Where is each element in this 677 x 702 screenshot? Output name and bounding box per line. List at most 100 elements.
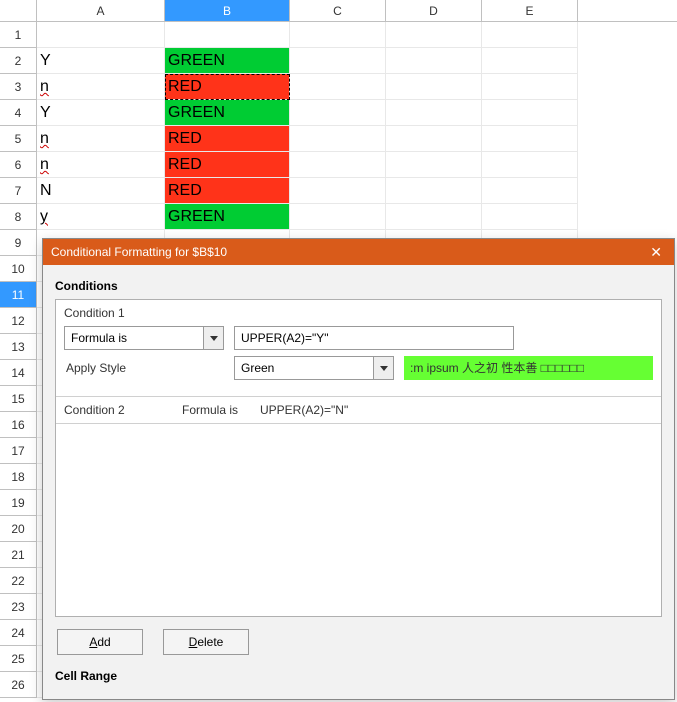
cell-E8[interactable] xyxy=(482,204,578,230)
cell-E5[interactable] xyxy=(482,126,578,152)
cell-B6[interactable]: RED xyxy=(165,152,290,178)
cell-E1[interactable] xyxy=(482,22,578,48)
cell-C1[interactable] xyxy=(290,22,386,48)
cell-D5[interactable] xyxy=(386,126,482,152)
row-3: 3nRED xyxy=(0,74,677,100)
row-header-24[interactable]: 24 xyxy=(0,620,37,646)
cell-E4[interactable] xyxy=(482,100,578,126)
row-header-3[interactable]: 3 xyxy=(0,74,37,100)
cell-D3[interactable] xyxy=(386,74,482,100)
cell-A8[interactable]: y xyxy=(37,204,165,230)
dialog-title: Conditional Formatting for $B$10 xyxy=(51,245,227,259)
column-header-c[interactable]: C xyxy=(290,0,386,21)
row-header-13[interactable]: 13 xyxy=(0,334,37,360)
cell-E2[interactable] xyxy=(482,48,578,74)
cell-A2[interactable]: Y xyxy=(37,48,165,74)
cell-C3[interactable] xyxy=(290,74,386,100)
cell-C6[interactable] xyxy=(290,152,386,178)
apply-style-select[interactable]: Green xyxy=(234,356,394,380)
cell-D2[interactable] xyxy=(386,48,482,74)
cell-B1[interactable] xyxy=(165,22,290,48)
style-preview: :m ipsum 人之初 性本善 □□□□□□ xyxy=(404,356,653,380)
cell-A1[interactable] xyxy=(37,22,165,48)
row-header-1[interactable]: 1 xyxy=(0,22,37,48)
row-7: 7NRED xyxy=(0,178,677,204)
cell-range-section-label: Cell Range xyxy=(55,655,662,689)
cell-B7[interactable]: RED xyxy=(165,178,290,204)
row-header-18[interactable]: 18 xyxy=(0,464,37,490)
conditions-section-label: Conditions xyxy=(55,275,662,299)
cell-A4[interactable]: Y xyxy=(37,100,165,126)
row-header-20[interactable]: 20 xyxy=(0,516,37,542)
cell-C2[interactable] xyxy=(290,48,386,74)
conditions-list[interactable]: Condition 1 Formula is Apply Style Green… xyxy=(55,299,662,617)
row-header-14[interactable]: 14 xyxy=(0,360,37,386)
row-1: 1 xyxy=(0,22,677,48)
row-header-11[interactable]: 11 xyxy=(0,282,37,308)
cell-B4[interactable]: GREEN xyxy=(165,100,290,126)
cell-C8[interactable] xyxy=(290,204,386,230)
condition-type-value: Formula is xyxy=(71,327,217,349)
row-header-10[interactable]: 10 xyxy=(0,256,37,282)
row-header-22[interactable]: 22 xyxy=(0,568,37,594)
row-header-25[interactable]: 25 xyxy=(0,646,37,672)
row-5: 5nRED xyxy=(0,126,677,152)
cell-A3[interactable]: n xyxy=(37,74,165,100)
cell-B8[interactable]: GREEN xyxy=(165,204,290,230)
delete-button[interactable]: Delete xyxy=(163,629,249,655)
condition-type-select[interactable]: Formula is xyxy=(64,326,224,350)
corner-cell[interactable] xyxy=(0,0,37,21)
add-button[interactable]: Add xyxy=(57,629,143,655)
condition-2[interactable]: Condition 2 Formula is UPPER(A2)="N" xyxy=(56,397,661,424)
row-header-16[interactable]: 16 xyxy=(0,412,37,438)
cell-D7[interactable] xyxy=(386,178,482,204)
row-8: 8yGREEN xyxy=(0,204,677,230)
dialog-titlebar[interactable]: Conditional Formatting for $B$10 ✕ xyxy=(43,239,674,265)
chevron-down-icon xyxy=(203,327,223,349)
cell-E3[interactable] xyxy=(482,74,578,100)
dialog-body: Conditions Condition 1 Formula is Apply … xyxy=(43,265,674,699)
cell-C5[interactable] xyxy=(290,126,386,152)
row-header-23[interactable]: 23 xyxy=(0,594,37,620)
row-header-4[interactable]: 4 xyxy=(0,100,37,126)
cell-A7[interactable]: N xyxy=(37,178,165,204)
column-header-row: ABCDE xyxy=(0,0,677,22)
cell-D6[interactable] xyxy=(386,152,482,178)
row-header-26[interactable]: 26 xyxy=(0,672,37,698)
row-header-6[interactable]: 6 xyxy=(0,152,37,178)
row-header-2[interactable]: 2 xyxy=(0,48,37,74)
cell-B5[interactable]: RED xyxy=(165,126,290,152)
condition-1[interactable]: Condition 1 Formula is Apply Style Green… xyxy=(56,300,661,397)
row-header-17[interactable]: 17 xyxy=(0,438,37,464)
column-header-a[interactable]: A xyxy=(37,0,165,21)
cell-C7[interactable] xyxy=(290,178,386,204)
row-header-15[interactable]: 15 xyxy=(0,386,37,412)
cell-B2[interactable]: GREEN xyxy=(165,48,290,74)
cell-C4[interactable] xyxy=(290,100,386,126)
row-header-12[interactable]: 12 xyxy=(0,308,37,334)
row-header-19[interactable]: 19 xyxy=(0,490,37,516)
cell-D1[interactable] xyxy=(386,22,482,48)
row-header-9[interactable]: 9 xyxy=(0,230,37,256)
cell-D8[interactable] xyxy=(386,204,482,230)
column-header-e[interactable]: E xyxy=(482,0,578,21)
condition-2-formula: UPPER(A2)="N" xyxy=(260,403,348,417)
cell-A6[interactable]: n xyxy=(37,152,165,178)
column-header-d[interactable]: D xyxy=(386,0,482,21)
cell-B3[interactable]: RED xyxy=(165,74,290,100)
condition-1-title: Condition 1 xyxy=(64,306,653,320)
chevron-down-icon xyxy=(373,357,393,379)
row-header-5[interactable]: 5 xyxy=(0,126,37,152)
condition-formula-input[interactable] xyxy=(234,326,514,350)
condition-2-title: Condition 2 xyxy=(64,403,164,417)
close-icon[interactable]: ✕ xyxy=(646,245,666,259)
column-header-b[interactable]: B xyxy=(165,0,290,21)
cell-E6[interactable] xyxy=(482,152,578,178)
row-header-8[interactable]: 8 xyxy=(0,204,37,230)
cell-A5[interactable]: n xyxy=(37,126,165,152)
cell-E7[interactable] xyxy=(482,178,578,204)
cell-D4[interactable] xyxy=(386,100,482,126)
row-header-7[interactable]: 7 xyxy=(0,178,37,204)
row-header-21[interactable]: 21 xyxy=(0,542,37,568)
row-6: 6nRED xyxy=(0,152,677,178)
